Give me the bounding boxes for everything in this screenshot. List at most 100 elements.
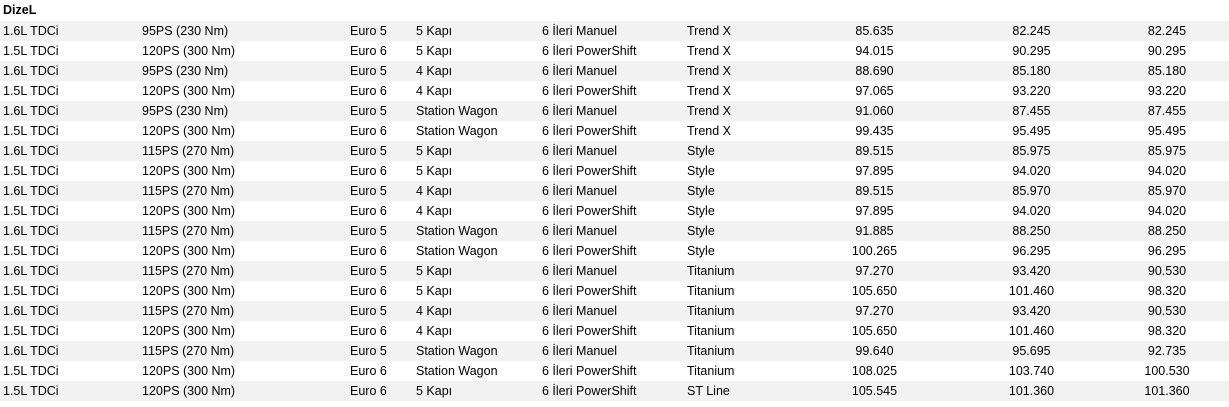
price-cell-2: 87.455 [1012,104,1051,118]
power-cell: 115PS (270 Nm) [142,344,235,358]
power-cell: 115PS (270 Nm) [142,184,235,198]
price-cell-1: 99.640 [855,344,894,358]
emission-cell: Euro 6 [350,284,387,298]
body-type-cell: Station Wagon [416,244,498,258]
trim-cell: Trend X [687,24,732,38]
engine-cell: 1.6L TDCi [3,344,59,358]
emission-cell: Euro 6 [350,364,387,378]
price-cell-1: 85.635 [855,24,894,38]
price-cell-1: 91.885 [855,224,894,238]
table-row: 1.6L TDCi 95PS (230 Nm) Euro 5 4 Kapı 6 İler… [0,61,1229,81]
trim-cell: Titanium [687,284,735,298]
table-row: 1.5L TDCi 120PS (300 Nm) Euro 6 4 Kapı 6 İle… [0,321,1229,341]
price-cell-2: 85.970 [1012,184,1051,198]
price-cell-3: 94.020 [1147,204,1187,218]
transmission-cell: 6 İleri PowerShift [542,44,637,58]
trim-cell: Titanium [687,304,735,318]
transmission-cell: 6 İleri PowerShift [542,324,637,338]
price-cell-1: 105.650 [851,284,898,298]
emission-cell: Euro 5 [350,344,387,358]
engine-cell: 1.6L TDCi [3,184,59,198]
body-type-cell: 4 Kapı [416,84,453,98]
body-type-cell: 5 Kapı [416,144,453,158]
power-cell: 95PS (230 Nm) [142,104,229,118]
emission-cell: Euro 5 [350,104,387,118]
emission-cell: Euro 5 [350,304,387,318]
price-cell-2: 94.020 [1012,164,1051,178]
emission-cell: Euro 5 [350,64,387,78]
body-type-cell: Station Wagon [416,104,498,118]
transmission-cell: 6 İleri PowerShift [542,244,637,258]
price-cell-2: 88.250 [1012,224,1051,238]
table-row: 1.6L TDCi 115PS (270 Nm) Euro 5 5 Kapı 6 İle… [0,141,1229,161]
power-cell: 120PS (300 Nm) [142,324,236,338]
transmission-cell: 6 İleri Manuel [542,304,618,318]
engine-cell: 1.5L TDCi [3,324,59,338]
price-cell-3: 85.180 [1147,64,1187,78]
body-type-cell: 5 Kapı [416,164,453,178]
emission-cell: Euro 5 [350,24,387,38]
price-cell-1: 89.515 [855,144,894,158]
power-cell: 120PS (300 Nm) [142,284,236,298]
price-cell-3: 85.970 [1147,184,1187,198]
price-cell-1: 100.265 [851,244,898,258]
transmission-cell: 6 İleri PowerShift [542,284,637,298]
price-cell-1: 91.060 [855,104,894,118]
emission-cell: Euro 6 [350,204,387,218]
table-row: 1.5L TDCi 120PS (300 Nm) Euro 6 5 Kapı 6 İle… [0,161,1229,181]
price-cell-3: 87.455 [1147,104,1187,118]
price-cell-1: 97.270 [855,304,894,318]
price-cell-2: 101.460 [1008,324,1055,338]
price-cell-3: 98.320 [1147,284,1187,298]
power-cell: 120PS (300 Nm) [142,204,236,218]
engine-cell: 1.5L TDCi [3,284,59,298]
power-cell: 95PS (230 Nm) [142,64,229,78]
body-type-cell: 5 Kapı [416,284,453,298]
emission-cell: Euro 6 [350,324,387,338]
engine-cell: 1.6L TDCi [3,144,59,158]
price-cell-3: 95.495 [1147,124,1187,138]
emission-cell: Euro 6 [350,44,387,58]
price-cell-2: 101.460 [1008,284,1055,298]
body-type-cell: 4 Kapı [416,304,453,318]
engine-cell: 1.6L TDCi [3,224,59,238]
body-type-cell: 4 Kapı [416,324,453,338]
emission-cell: Euro 5 [350,184,387,198]
emission-cell: Euro 5 [350,224,387,238]
engine-cell: 1.5L TDCi [3,164,59,178]
price-cell-1: 99.435 [855,124,894,138]
table-row: 1.5L TDCi 120PS (300 Nm) Euro 6 Station Wag… [0,121,1229,141]
body-type-cell: 4 Kapı [416,184,453,198]
trim-cell: Trend X [687,64,732,78]
power-cell: 120PS (300 Nm) [142,384,236,398]
trim-cell: Style [687,244,715,258]
price-cell-3: 93.220 [1147,84,1187,98]
engine-cell: 1.6L TDCi [3,104,59,118]
table-row: 1.5L TDCi 120PS (300 Nm) Euro 6 5 Kapı 6 İle… [0,381,1229,401]
price-cell-3: 96.295 [1147,244,1187,258]
price-cell-1: 97.895 [855,164,894,178]
power-cell: 115PS (270 Nm) [142,264,235,278]
body-type-cell: 4 Kapı [416,64,453,78]
engine-cell: 1.5L TDCi [3,84,59,98]
table-row: 1.5L TDCi 120PS (300 Nm) Euro 6 Station Wag… [0,241,1229,261]
transmission-cell: 6 İleri Manuel [542,344,618,358]
price-cell-3: 94.020 [1147,164,1187,178]
table-row: 1.5L TDCi 120PS (300 Nm) Euro 6 Station Wag… [0,361,1229,381]
transmission-cell: 6 İleri Manuel [542,144,618,158]
trim-cell: Style [687,204,715,218]
table-row: 1.6L TDCi 115PS (270 Nm) Euro 5 5 Kapı 6 İle… [0,261,1229,281]
transmission-cell: 6 İleri Manuel [542,104,618,118]
emission-cell: Euro 6 [350,164,387,178]
table-row: 1.5L TDCi 120PS (300 Nm) Euro 6 4 Kapı 6 İle… [0,201,1229,221]
body-type-cell: Station Wagon [416,344,498,358]
transmission-cell: 6 İleri Manuel [542,64,618,78]
body-type-cell: 5 Kapı [416,24,453,38]
body-type-cell: Station Wagon [416,364,498,378]
trim-cell: Titanium [687,264,735,278]
trim-cell: Trend X [687,124,732,138]
table-row: 1.6L TDCi 115PS (270 Nm) Euro 5 Station Wag… [0,341,1229,361]
price-cell-1: 97.895 [855,204,894,218]
power-cell: 115PS (270 Nm) [142,304,235,318]
price-cell-2: 85.975 [1012,144,1051,158]
